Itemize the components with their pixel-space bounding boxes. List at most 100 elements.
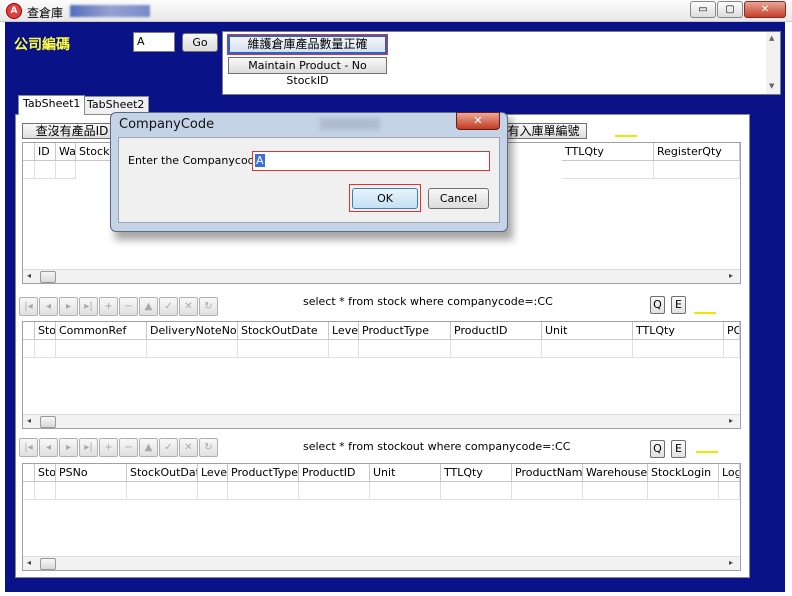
insert-icon[interactable]: +: [99, 438, 118, 457]
grid-cell[interactable]: [35, 161, 56, 179]
column-header[interactable]: RegisterQty: [654, 143, 740, 161]
horizontal-scrollbar[interactable]: ◂ ▸: [23, 556, 740, 570]
grid-cell[interactable]: [654, 161, 740, 179]
grid-cell[interactable]: [724, 340, 740, 358]
column-header[interactable]: ProductType: [359, 322, 451, 340]
import-number-button[interactable]: 有入庫單編號: [500, 123, 587, 139]
column-header[interactable]: TTLQty: [441, 464, 512, 482]
column-header[interactable]: Unit: [542, 322, 633, 340]
column-header[interactable]: PO: [724, 322, 740, 340]
cancel-button[interactable]: Cancel: [428, 188, 489, 209]
column-header[interactable]: CommonRef: [56, 322, 147, 340]
column-header[interactable]: Sto: [35, 322, 56, 340]
stockout-grid[interactable]: Sto CommonRef DeliveryNoteNo StockOutDat…: [22, 321, 741, 429]
column-header[interactable]: DeliveryNoteNo: [147, 322, 238, 340]
column-header[interactable]: PSNo: [56, 464, 127, 482]
query-button[interactable]: Q: [650, 296, 665, 314]
scroll-right-icon[interactable]: ▸: [729, 558, 733, 567]
delete-icon[interactable]: −: [119, 297, 138, 316]
column-header[interactable]: StockOutDate: [127, 464, 198, 482]
query-button[interactable]: Q: [650, 440, 665, 458]
refresh-icon[interactable]: ↻: [199, 297, 218, 316]
grid-cell[interactable]: [648, 482, 719, 500]
prior-icon[interactable]: ◂: [39, 297, 58, 316]
column-header[interactable]: ProductType: [228, 464, 299, 482]
grid-cell[interactable]: [56, 482, 127, 500]
column-header[interactable]: Level: [198, 464, 228, 482]
grid-cell[interactable]: [359, 340, 451, 358]
grid-cell[interactable]: [127, 482, 198, 500]
post-icon[interactable]: ✓: [159, 297, 178, 316]
refresh-icon[interactable]: ↻: [199, 438, 218, 457]
grid-cell[interactable]: [583, 482, 648, 500]
column-header[interactable]: TTLQty: [633, 322, 724, 340]
column-header[interactable]: WarehouseII: [583, 464, 648, 482]
scroll-right-icon[interactable]: ▸: [729, 416, 733, 425]
close-button[interactable]: ✕: [744, 1, 786, 18]
delete-icon[interactable]: −: [119, 438, 138, 457]
scroll-thumb[interactable]: [40, 271, 56, 283]
grid-cell[interactable]: [329, 340, 359, 358]
companycode-input[interactable]: A: [252, 151, 490, 171]
grid-cell[interactable]: [719, 482, 740, 500]
stocklog-grid[interactable]: Sto PSNo StockOutDate Level ProductType …: [22, 463, 741, 571]
scroll-thumb[interactable]: [40, 416, 56, 428]
column-header[interactable]: TTLQty: [562, 143, 654, 161]
grid-cell[interactable]: [633, 340, 724, 358]
horizontal-scrollbar[interactable]: ◂ ▸: [23, 414, 740, 428]
grid-cell[interactable]: [512, 482, 583, 500]
column-header[interactable]: ID: [35, 143, 56, 161]
first-icon[interactable]: |◂: [19, 438, 38, 457]
column-header[interactable]: ProductName: [512, 464, 583, 482]
grid-cell[interactable]: [35, 482, 56, 500]
column-header[interactable]: StockLogin: [648, 464, 719, 482]
grid-cell[interactable]: [370, 482, 441, 500]
column-header[interactable]: StockOutDate: [238, 322, 329, 340]
grid-cell[interactable]: [198, 482, 228, 500]
first-icon[interactable]: |◂: [19, 297, 38, 316]
column-header[interactable]: Log: [719, 464, 740, 482]
column-header[interactable]: Sto: [35, 464, 56, 482]
company-code-input[interactable]: A: [133, 32, 175, 52]
insert-icon[interactable]: +: [99, 297, 118, 316]
last-icon[interactable]: ▸|: [79, 438, 98, 457]
column-header[interactable]: Unit: [370, 464, 441, 482]
cancel-icon[interactable]: ✕: [179, 297, 198, 316]
column-header[interactable]: Wa: [56, 143, 76, 161]
last-icon[interactable]: ▸|: [79, 297, 98, 316]
grid-cell[interactable]: [451, 340, 542, 358]
scroll-left-icon[interactable]: ◂: [27, 271, 31, 280]
scroll-left-icon[interactable]: ◂: [27, 416, 31, 425]
maintain-product-button[interactable]: Maintain Product - No StockID: [228, 57, 387, 87]
column-header[interactable]: ProductID: [299, 464, 370, 482]
grid-cell[interactable]: [441, 482, 512, 500]
scroll-left-icon[interactable]: ◂: [27, 558, 31, 567]
scroll-down-icon[interactable]: ▼: [769, 82, 774, 90]
grid-cell[interactable]: [542, 340, 633, 358]
edit-icon[interactable]: ▲: [139, 438, 158, 457]
next-icon[interactable]: ▸: [59, 297, 78, 316]
grid-cell[interactable]: [238, 340, 329, 358]
grid-cell[interactable]: [56, 340, 147, 358]
edit-sql-button[interactable]: E: [671, 440, 686, 458]
dialog-close-button[interactable]: ✕: [456, 112, 500, 130]
grid-cell[interactable]: [56, 161, 76, 179]
grid-cell[interactable]: [147, 340, 238, 358]
go-button[interactable]: Go: [182, 33, 218, 52]
column-header[interactable]: ProductID: [451, 322, 542, 340]
minimize-button[interactable]: ▭: [690, 1, 716, 18]
grid-cell[interactable]: [228, 482, 299, 500]
tab-sheet1[interactable]: TabSheet1: [18, 95, 86, 115]
scroll-up-icon[interactable]: ▲: [769, 34, 774, 42]
prior-icon[interactable]: ◂: [39, 438, 58, 457]
ok-button[interactable]: OK: [352, 188, 418, 209]
scroll-right-icon[interactable]: ▸: [729, 271, 733, 280]
post-icon[interactable]: ✓: [159, 438, 178, 457]
grid-cell[interactable]: [562, 161, 654, 179]
horizontal-scrollbar[interactable]: ◂ ▸: [23, 269, 740, 283]
edit-sql-button[interactable]: E: [671, 296, 686, 314]
scroll-thumb[interactable]: [40, 558, 56, 570]
top-panel-scrollbar[interactable]: ▲ ▼: [766, 32, 780, 94]
grid-cell[interactable]: [35, 340, 56, 358]
maintain-qty-button[interactable]: 維護倉庫產品數量正確: [227, 34, 388, 55]
